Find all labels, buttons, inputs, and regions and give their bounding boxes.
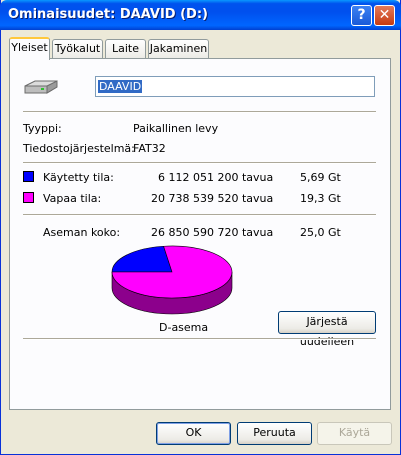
tab-sharing[interactable]: Jakaminen (148, 39, 209, 58)
used-space-swatch (23, 171, 34, 182)
separator (23, 111, 376, 113)
used-space-bytes: 6 112 051 200 tavua (158, 171, 274, 184)
tab-tools[interactable]: Työkalut (52, 39, 103, 58)
type-label: Tyyppi: (23, 122, 62, 135)
free-space-bytes: 20 738 539 520 tavua (151, 192, 274, 205)
close-icon: ✕ (378, 7, 391, 23)
defragment-button[interactable]: Järjestä uudelleen (278, 311, 376, 348)
drive-caption: D-asema (159, 321, 209, 334)
free-space-label: Vapaa tila: (43, 192, 102, 205)
apply-button[interactable]: Käytä (317, 422, 392, 445)
tab-general[interactable]: Yleiset (9, 37, 50, 60)
window-title: Ominaisuudet: DAAVID (D:) (8, 7, 208, 22)
volume-name-field[interactable]: DAAVID (95, 76, 375, 97)
ok-button[interactable]: OK (156, 422, 231, 445)
used-space-label: Käytetty tila: (43, 171, 114, 184)
properties-window: Ominaisuudet: DAAVID (D:) ? ✕ Yleiset Ty… (0, 0, 401, 455)
capacity-label: Aseman koko: (43, 226, 121, 239)
title-bar[interactable]: Ominaisuudet: DAAVID (D:) ? ✕ (0, 0, 401, 30)
volume-name-text: DAAVID (98, 80, 143, 93)
separator (23, 162, 376, 164)
free-space-size: 19,3 Gt (300, 192, 341, 205)
separator (23, 338, 376, 340)
type-value: Paikallinen levy (133, 122, 219, 135)
used-space-size: 5,69 Gt (300, 171, 341, 184)
filesystem-value: FAT32 (133, 142, 166, 155)
disk-usage-pie-chart (111, 245, 233, 315)
separator (23, 214, 376, 216)
filesystem-label: Tiedostojärjestelmä: (23, 142, 135, 155)
close-button[interactable]: ✕ (374, 5, 395, 26)
cancel-button[interactable]: Peruuta (237, 422, 312, 445)
tab-hardware[interactable]: Laite (105, 39, 146, 58)
free-space-swatch (23, 192, 34, 203)
general-panel: DAAVID Tyyppi: Paikallinen levy Tiedosto… (9, 58, 391, 410)
capacity-bytes: 26 850 590 720 tavua (151, 226, 274, 239)
capacity-size: 25,0 Gt (300, 226, 341, 239)
pie-slice-used (111, 245, 173, 273)
help-button[interactable]: ? (351, 5, 372, 26)
help-icon: ? (357, 7, 366, 23)
drive-icon (24, 80, 58, 94)
